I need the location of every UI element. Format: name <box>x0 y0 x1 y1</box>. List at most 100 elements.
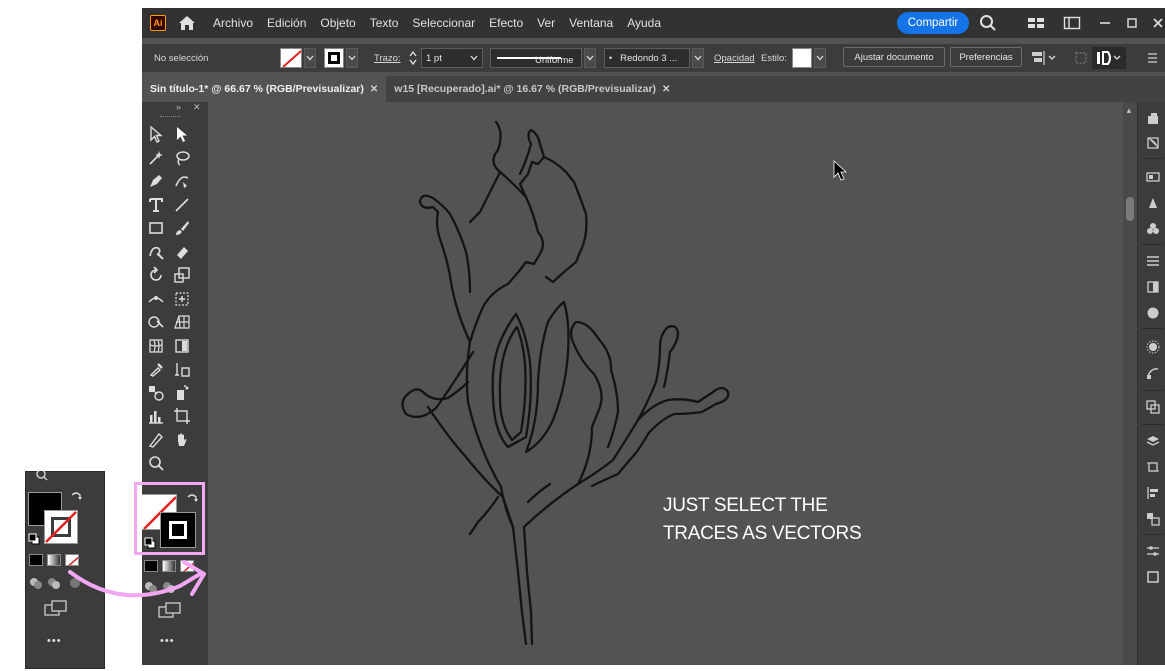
search-icon[interactable] <box>978 13 998 33</box>
transform-icon[interactable] <box>1074 47 1088 69</box>
menu-edicion[interactable]: Edición <box>260 8 313 38</box>
edit-toolbar-icon[interactable]: ••• <box>160 635 175 647</box>
document-icon[interactable] <box>1144 568 1162 586</box>
vertical-scrollbar[interactable]: ▲ <box>1123 102 1137 665</box>
magic-wand-tool-icon[interactable] <box>146 148 166 168</box>
panel-menu-icon[interactable] <box>1146 47 1158 69</box>
direct-selection-tool-icon[interactable] <box>172 124 192 144</box>
scale-tool-icon[interactable] <box>172 265 192 285</box>
stroke-weight-field[interactable]: 1 pt <box>421 48 483 68</box>
share-button[interactable]: Compartir <box>897 12 969 34</box>
stroke-color-swatch[interactable] <box>324 48 344 68</box>
brushes-icon[interactable] <box>1144 194 1162 212</box>
artboard-canvas[interactable]: JUST SELECT THE TRACES AS VECTORS <box>208 102 1123 665</box>
fill-swatch[interactable] <box>280 47 316 69</box>
tree-trace-vector[interactable] <box>208 102 1123 665</box>
arrange-documents-icon[interactable] <box>1026 13 1046 33</box>
stroke-swatch[interactable] <box>324 47 358 69</box>
align-options-icon[interactable] <box>1030 47 1058 69</box>
tab-w15-recuperado[interactable]: w15 [Recuperado].ai* @ 16.67 % (RGB/Prev… <box>386 76 678 102</box>
menu-icon[interactable] <box>1144 252 1162 270</box>
shaper-tool-icon[interactable] <box>146 242 166 262</box>
brush-definition[interactable]: • Redondo 3 ... <box>604 47 704 69</box>
pen-tool-icon[interactable] <box>146 171 166 191</box>
isolate-icon[interactable] <box>1092 47 1126 69</box>
type-tool-icon[interactable] <box>146 195 166 215</box>
close-panel-icon[interactable]: ✕ <box>193 102 201 113</box>
measure-tool-icon[interactable] <box>172 359 192 379</box>
artboard-tool-icon[interactable] <box>172 406 192 426</box>
gradient-tool-icon[interactable] <box>172 336 192 356</box>
selection-tool-icon[interactable] <box>146 124 166 144</box>
artboards-icon[interactable] <box>1144 458 1162 476</box>
workspace-icon[interactable] <box>1062 13 1082 33</box>
fit-document-button[interactable]: Ajustar documento <box>843 47 945 67</box>
column-graph-tool-icon[interactable] <box>146 406 166 426</box>
scroll-up-icon[interactable]: ▲ <box>1125 106 1133 115</box>
transform-panel-icon[interactable] <box>1144 510 1162 528</box>
collapse-panel-icon[interactable]: » <box>176 102 181 112</box>
graphic-styles-icon[interactable] <box>1144 338 1162 356</box>
profile-field[interactable]: Uniforme <box>490 48 582 68</box>
pathfinder-icon[interactable] <box>1144 398 1162 416</box>
menu-objeto[interactable]: Objeto <box>313 8 362 38</box>
lasso-tool-icon[interactable] <box>172 148 192 168</box>
eyedropper-tool-icon[interactable] <box>146 359 166 379</box>
perspective-grid-tool-icon[interactable] <box>172 312 192 332</box>
mesh-tool-icon[interactable] <box>146 336 166 356</box>
zoom-tool-icon[interactable] <box>146 453 166 473</box>
style-dropdown[interactable] <box>814 48 826 68</box>
align-icon[interactable] <box>1144 484 1162 502</box>
appearance-icon[interactable] <box>1144 304 1162 322</box>
symbols-icon[interactable] <box>1144 220 1162 238</box>
tab-sin-titulo[interactable]: Sin título-1* @ 66.67 % (RGB/Previsualiz… <box>142 76 387 102</box>
home-icon[interactable] <box>176 13 198 33</box>
close-tab-icon[interactable]: ✕ <box>662 84 670 95</box>
stroke-weight-stepper[interactable]: 1 pt <box>408 47 483 69</box>
menu-ver[interactable]: Ver <box>530 8 562 38</box>
style-swatch[interactable] <box>792 48 812 68</box>
menu-archivo[interactable]: Archivo <box>206 8 260 38</box>
stroke-dropdown[interactable] <box>346 48 358 68</box>
brush-field[interactable]: • Redondo 3 ... <box>604 48 690 68</box>
layers-icon[interactable] <box>1144 432 1162 450</box>
shape-builder-tool-icon[interactable] <box>146 312 166 332</box>
transparency-icon[interactable] <box>1144 278 1162 296</box>
line-segment-tool-icon[interactable] <box>172 195 192 215</box>
stroke-label[interactable]: Trazo: <box>374 47 401 69</box>
rotate-tool-icon[interactable] <box>146 265 166 285</box>
menu-ayuda[interactable]: Ayuda <box>620 8 668 38</box>
opacity-label[interactable]: Opacidad <box>714 47 755 69</box>
menu-seleccionar[interactable]: Seleccionar <box>405 8 482 38</box>
libraries-icon[interactable] <box>1144 134 1162 152</box>
brush-dropdown[interactable] <box>692 48 704 68</box>
free-transform-tool-icon[interactable] <box>172 289 192 309</box>
minimize-icon[interactable] <box>1095 13 1115 33</box>
symbol-sprayer-tool-icon[interactable] <box>172 383 192 403</box>
close-window-icon[interactable] <box>1148 13 1165 33</box>
width-tool-icon[interactable] <box>146 289 166 309</box>
fill-dropdown[interactable] <box>304 48 316 68</box>
variable-width-profile[interactable]: Uniforme <box>490 47 596 69</box>
menu-ventana[interactable]: Ventana <box>562 8 620 38</box>
paintbrush-tool-icon[interactable] <box>172 218 192 238</box>
blend-tool-icon[interactable] <box>146 383 166 403</box>
fill-none-swatch[interactable] <box>280 48 302 68</box>
rectangle-tool-icon[interactable] <box>146 218 166 238</box>
swatches-icon[interactable] <box>1144 168 1162 186</box>
menu-texto[interactable]: Texto <box>363 8 406 38</box>
image-trace-icon[interactable] <box>1144 364 1162 382</box>
curvature-tool-icon[interactable] <box>172 171 192 191</box>
menu-efecto[interactable]: Efecto <box>482 8 530 38</box>
profile-dropdown[interactable] <box>584 48 596 68</box>
scrollbar-thumb[interactable] <box>1126 197 1134 221</box>
hand-tool-icon[interactable] <box>172 430 192 450</box>
preferences-button[interactable]: Preferencias <box>950 47 1022 67</box>
maximize-icon[interactable] <box>1122 13 1142 33</box>
adjustments-icon[interactable] <box>1144 542 1162 560</box>
eraser-tool-icon[interactable] <box>172 242 192 262</box>
style-picker[interactable] <box>792 47 826 69</box>
properties-icon[interactable] <box>1144 110 1162 128</box>
close-tab-icon[interactable]: ✕ <box>370 84 378 95</box>
slice-tool-icon[interactable] <box>146 430 166 450</box>
